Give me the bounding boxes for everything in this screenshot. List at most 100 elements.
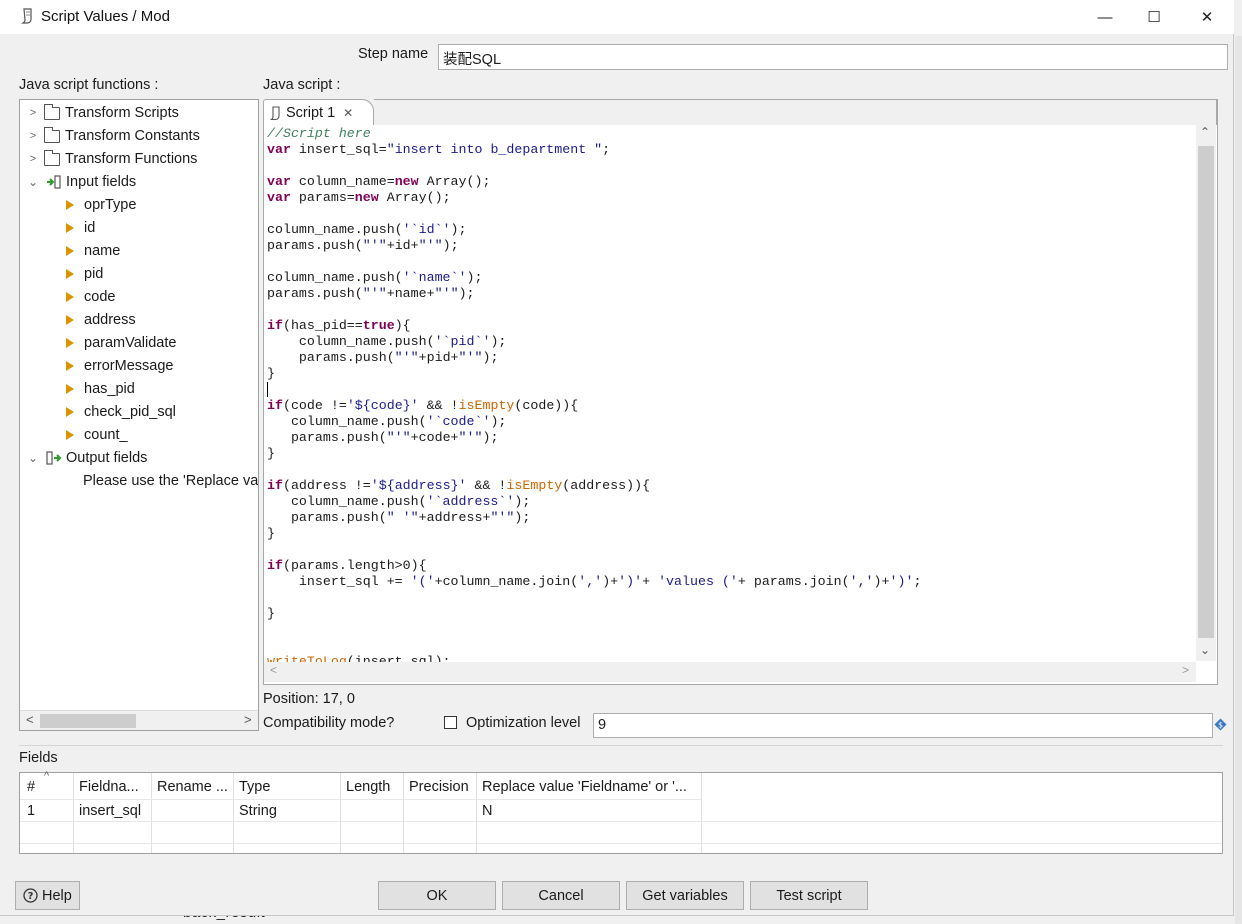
field-arrow-icon <box>66 384 74 394</box>
code-line: params.push("'"+name+"'"); <box>267 286 475 301</box>
output-fields-note: Please use the 'Replace value 'Fieldname… <box>83 473 259 489</box>
help-icon: ? <box>23 888 38 903</box>
input-field-item[interactable]: has_pid <box>66 378 135 400</box>
chevron-right-icon[interactable]: > <box>26 107 40 119</box>
folder-icon <box>44 126 60 143</box>
tab-strip-edge <box>1216 99 1218 126</box>
window-title: Script Values / Mod <box>41 8 170 25</box>
background-window-edge <box>1235 36 1242 924</box>
step-name-input[interactable]: 装配SQL <box>438 44 1228 70</box>
code-line: params.push("'"+id+"'"); <box>267 238 459 253</box>
column-header-replace[interactable]: Replace value 'Fieldname' or '... <box>482 779 687 795</box>
optimization-label: Optimization level <box>466 715 581 731</box>
code-line: column_name.push('`id`'); <box>267 222 467 237</box>
column-header-length[interactable]: Length <box>346 779 390 795</box>
minimize-button[interactable]: — <box>1082 0 1128 34</box>
tree-item-input-fields[interactable]: ⌄ Input fields <box>26 171 136 193</box>
script-values-dialog: Script Values / Mod — ☐ ✕ Step name 装配SQ… <box>0 0 1234 916</box>
cell-type[interactable]: String <box>239 803 277 819</box>
code-line: } <box>267 606 275 621</box>
tree-item-label: Transform Functions <box>65 151 198 167</box>
scroll-up-icon[interactable]: ⌃ <box>1200 125 1210 139</box>
input-field-item[interactable]: address <box>66 309 136 331</box>
field-arrow-icon <box>66 430 74 440</box>
tab-label: Script 1 <box>286 105 336 121</box>
field-arrow-icon <box>66 407 74 417</box>
scrollbar-thumb[interactable] <box>40 714 136 728</box>
code-line: column_name.push('`pid`'); <box>267 334 507 349</box>
code-line: insert_sql += '('+column_name.join(',')+… <box>267 574 922 589</box>
cell-replace[interactable]: N <box>482 803 492 819</box>
tree-item-transform-scripts[interactable]: > Transform Scripts <box>26 102 179 124</box>
code-line: if(has_pid==true){ <box>267 318 411 333</box>
code-line: var params=new Array(); <box>267 190 451 205</box>
script-code[interactable]: //Script here var insert_sql="insert int… <box>267 126 1197 670</box>
input-field-item[interactable]: oprType <box>66 194 136 216</box>
functions-tree[interactable]: > Transform Scripts > Transform Constant… <box>19 99 259 731</box>
compatibility-checkbox[interactable] <box>444 716 457 729</box>
tree-item-transform-constants[interactable]: > Transform Constants <box>26 125 200 147</box>
tree-item-label: Transform Constants <box>65 128 200 144</box>
scroll-right-icon[interactable]: > <box>244 712 252 727</box>
code-line: params.push(" '"+address+"'"); <box>267 510 531 525</box>
code-line: if(params.length>0){ <box>267 558 427 573</box>
input-field-item[interactable]: errorMessage <box>66 355 173 377</box>
column-header-fieldname[interactable]: Fieldna... <box>79 779 139 795</box>
input-field-item[interactable]: code <box>66 286 115 308</box>
cancel-button[interactable]: Cancel <box>502 881 620 910</box>
script-icon <box>270 105 281 121</box>
optimization-level-input[interactable]: 9 <box>593 713 1213 738</box>
fields-table[interactable]: ^ # Fieldna... Rename ... Type Length Pr… <box>19 770 1223 854</box>
input-field-item[interactable]: pid <box>66 263 103 285</box>
code-line: //Script here <box>267 126 371 141</box>
scrollbar-thumb[interactable] <box>1198 146 1214 638</box>
cell-fieldname[interactable]: insert_sql <box>79 803 141 819</box>
column-header-rename[interactable]: Rename ... <box>157 779 228 795</box>
tab-script-1[interactable]: Script 1 ✕ <box>263 99 374 126</box>
close-tab-icon[interactable]: ✕ <box>343 106 353 120</box>
column-header-precision[interactable]: Precision <box>409 779 469 795</box>
tree-item-output-fields[interactable]: ⌄ Output fields <box>26 447 147 469</box>
editor-horizontal-scrollbar[interactable]: < > <box>264 662 1196 682</box>
tree-horizontal-scrollbar[interactable]: < > <box>20 710 258 730</box>
chevron-down-icon[interactable]: ⌄ <box>26 175 40 189</box>
scroll-left-icon[interactable]: < <box>26 712 34 727</box>
test-script-button[interactable]: Test script <box>750 881 868 910</box>
chevron-down-icon[interactable]: ⌄ <box>26 451 40 465</box>
functions-panel-label: Java script functions : <box>19 77 159 93</box>
close-button[interactable]: ✕ <box>1184 0 1230 34</box>
input-field-item[interactable]: check_pid_sql <box>66 401 176 423</box>
cursor-position: Position: 17, 0 <box>263 691 355 707</box>
field-arrow-icon <box>66 223 74 233</box>
get-variables-button[interactable]: Get variables <box>626 881 744 910</box>
cell-num: 1 <box>27 803 36 819</box>
output-fields-icon <box>46 451 62 465</box>
help-button[interactable]: ? Help <box>15 881 80 910</box>
code-line: params.push("'"+pid+"'"); <box>267 350 499 365</box>
field-arrow-icon <box>66 315 74 325</box>
title-bar: Script Values / Mod — ☐ ✕ <box>0 0 1234 34</box>
column-header-num[interactable]: # <box>27 779 35 795</box>
separator <box>19 745 1223 746</box>
chevron-right-icon[interactable]: > <box>26 130 40 142</box>
step-name-label: Step name <box>358 46 429 62</box>
svg-text:$: $ <box>1218 721 1223 730</box>
scroll-left-icon[interactable]: < <box>270 663 277 677</box>
scroll-down-icon[interactable]: ⌄ <box>1200 643 1210 657</box>
input-field-item[interactable]: name <box>66 240 120 262</box>
input-field-item[interactable]: count_ <box>66 424 128 446</box>
variable-icon[interactable]: $ <box>1214 718 1227 735</box>
tree-item-transform-functions[interactable]: > Transform Functions <box>26 148 197 170</box>
tree-item-label: Input fields <box>66 174 137 190</box>
column-header-type[interactable]: Type <box>239 779 270 795</box>
input-field-item[interactable]: paramValidate <box>66 332 176 354</box>
input-field-item[interactable]: id <box>66 217 95 239</box>
ok-button[interactable]: OK <box>378 881 496 910</box>
script-editor[interactable]: //Script here var insert_sql="insert int… <box>263 125 1218 685</box>
maximize-button[interactable]: ☐ <box>1131 0 1177 34</box>
input-fields-icon <box>46 175 62 189</box>
scroll-right-icon[interactable]: > <box>1182 663 1189 677</box>
chevron-right-icon[interactable]: > <box>26 153 40 165</box>
code-line: if(code !='${code}' && !isEmpty(code)){ <box>267 398 579 413</box>
tab-strip <box>374 99 1218 126</box>
